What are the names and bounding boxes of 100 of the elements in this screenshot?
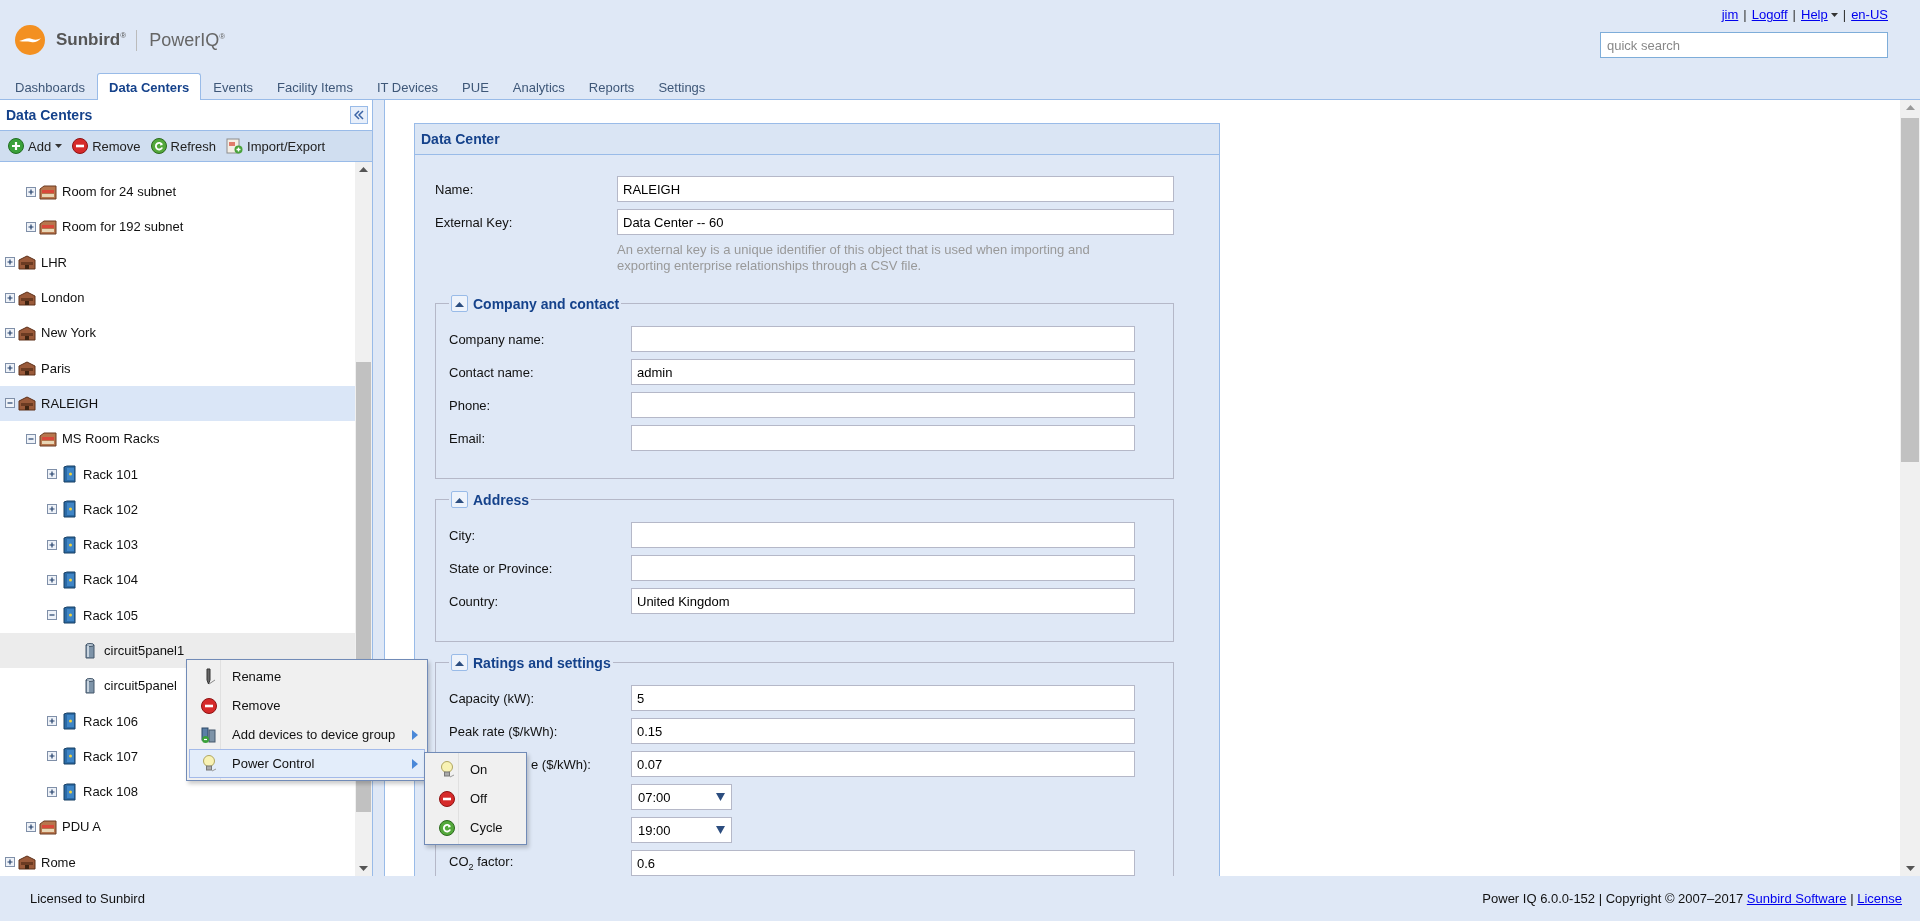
footer-link[interactable]: License: [1857, 891, 1902, 906]
tab[interactable]: Events: [201, 73, 266, 100]
toolbar-button[interactable]: Import/Export: [224, 136, 328, 156]
tab[interactable]: PUE: [450, 73, 501, 100]
text-field[interactable]: RALEIGH: [617, 176, 1174, 202]
import-icon: [226, 138, 244, 154]
header-link[interactable]: Help: [1801, 7, 1838, 22]
tree-item[interactable]: New York: [0, 315, 355, 351]
toolbar-button[interactable]: Remove: [70, 136, 143, 156]
toolbar-button[interactable]: Refresh: [148, 136, 219, 156]
logo-icon: [14, 24, 46, 56]
text-field[interactable]: United Kingdom: [631, 588, 1135, 614]
expand-icon[interactable]: [25, 185, 37, 198]
tree-item[interactable]: LHR: [0, 244, 355, 280]
tree-item[interactable]: Room for 24 subnet: [0, 174, 355, 210]
form-title: Data Center: [421, 131, 500, 147]
tree-item[interactable]: London: [0, 279, 355, 316]
tab[interactable]: Analytics: [500, 73, 577, 100]
collapse-icon[interactable]: [46, 609, 58, 622]
text-field[interactable]: [631, 392, 1135, 418]
collapse-icon[interactable]: [4, 397, 16, 410]
text-field[interactable]: admin: [631, 359, 1135, 385]
menu-item[interactable]: Off: [427, 784, 524, 813]
expand-icon[interactable]: [46, 503, 58, 516]
light-bulb-icon: [439, 759, 455, 780]
expand-icon[interactable]: [46, 750, 58, 763]
section-toggle[interactable]: [451, 491, 468, 508]
text-field[interactable]: 0.6: [631, 850, 1135, 876]
expand-icon[interactable]: [4, 856, 16, 869]
menu-item[interactable]: Add devices to device group: [189, 720, 425, 749]
tree-item[interactable]: Room for 192 subnet: [0, 209, 355, 245]
expand-icon[interactable]: [4, 256, 16, 269]
tab[interactable]: IT Devices: [364, 73, 451, 100]
field-label: Contact name:: [449, 364, 535, 380]
text-field[interactable]: [631, 555, 1135, 581]
menu-item[interactable]: Cycle: [427, 813, 524, 842]
header-link[interactable]: jim: [1721, 7, 1739, 22]
text-field[interactable]: 5: [631, 685, 1135, 711]
storage-room-icon: [39, 430, 57, 447]
tree-item[interactable]: Rack 104: [0, 562, 355, 598]
tab[interactable]: Settings: [646, 73, 718, 100]
field-label: State or Province:: [449, 560, 554, 576]
field-label: CO$_{2}$ factor:: [449, 854, 515, 872]
text-field[interactable]: [631, 425, 1135, 451]
rack-icon: [60, 747, 78, 766]
expand-icon[interactable]: [46, 573, 58, 586]
license-text: Licensed to Sunbird: [30, 891, 145, 906]
text-field[interactable]: [631, 326, 1135, 352]
footer-link[interactable]: Sunbird Software: [1746, 891, 1847, 906]
field-label: Peak rate ($/kWh):: [449, 723, 559, 739]
section-toggle[interactable]: [451, 295, 468, 312]
tree-item[interactable]: RALEIGH: [0, 385, 355, 422]
tree-item[interactable]: Rack 105: [0, 597, 355, 633]
tree-item[interactable]: MS Room Racks: [0, 421, 355, 457]
tab[interactable]: Reports: [576, 73, 647, 100]
collapse-icon[interactable]: [25, 432, 37, 445]
expand-icon[interactable]: [46, 538, 58, 551]
collapse-button[interactable]: [350, 106, 368, 124]
field-label: City:: [449, 527, 476, 543]
search-field[interactable]: quick search: [1600, 32, 1888, 58]
storage-room-icon: [39, 183, 57, 200]
header-link[interactable]: en-US: [1851, 7, 1888, 22]
tab[interactable]: Facility Items: [265, 73, 365, 100]
building-icon: [18, 395, 36, 412]
expand-icon[interactable]: [25, 821, 37, 833]
scrollbar[interactable]: [1900, 100, 1920, 876]
time-select[interactable]: 19:00: [631, 817, 732, 843]
text-field[interactable]: Data Center -- 60: [617, 209, 1174, 235]
expand-icon[interactable]: [4, 362, 16, 375]
tree-item[interactable]: Paris: [0, 350, 355, 386]
expand-icon[interactable]: [46, 715, 58, 728]
tab[interactable]: Dashboards: [3, 73, 98, 100]
header-link[interactable]: Logoff: [1751, 7, 1788, 22]
section-toggle[interactable]: [451, 654, 468, 671]
menu-item[interactable]: On: [427, 755, 524, 784]
expand-icon[interactable]: [25, 220, 37, 233]
menu-item[interactable]: Power Control: [189, 749, 425, 778]
expand-icon[interactable]: [4, 291, 16, 304]
copyright-text: Power IQ 6.0.0-152 | Copyright © 2007–2017 Sunbird Software | License: [1482, 891, 1902, 906]
section-title: Address: [473, 491, 530, 508]
field-label: External Key:: [435, 214, 514, 230]
text-field[interactable]: 0.07: [631, 751, 1135, 777]
expand-icon[interactable]: [4, 326, 16, 339]
expand-icon[interactable]: [46, 785, 58, 798]
tree-item[interactable]: Rack 101: [0, 456, 355, 492]
triangle-icon: [455, 496, 464, 503]
tree-item[interactable]: Rome: [0, 844, 355, 876]
toolbar-button[interactable]: Add: [6, 136, 65, 156]
tree-item[interactable]: Rack 102: [0, 491, 355, 527]
tree-item[interactable]: Rack 103: [0, 526, 355, 563]
remove-icon: [72, 138, 89, 154]
text-field[interactable]: 0.15: [631, 718, 1135, 744]
menu-item[interactable]: Remove: [189, 691, 425, 720]
rack-icon: [60, 500, 78, 519]
tab[interactable]: Data Centers: [97, 73, 202, 100]
tree-item[interactable]: PDU A: [0, 809, 355, 845]
time-select[interactable]: 07:00: [631, 784, 732, 810]
text-field[interactable]: [631, 522, 1135, 548]
triangle-icon: [455, 659, 464, 666]
expand-icon[interactable]: [46, 468, 58, 480]
